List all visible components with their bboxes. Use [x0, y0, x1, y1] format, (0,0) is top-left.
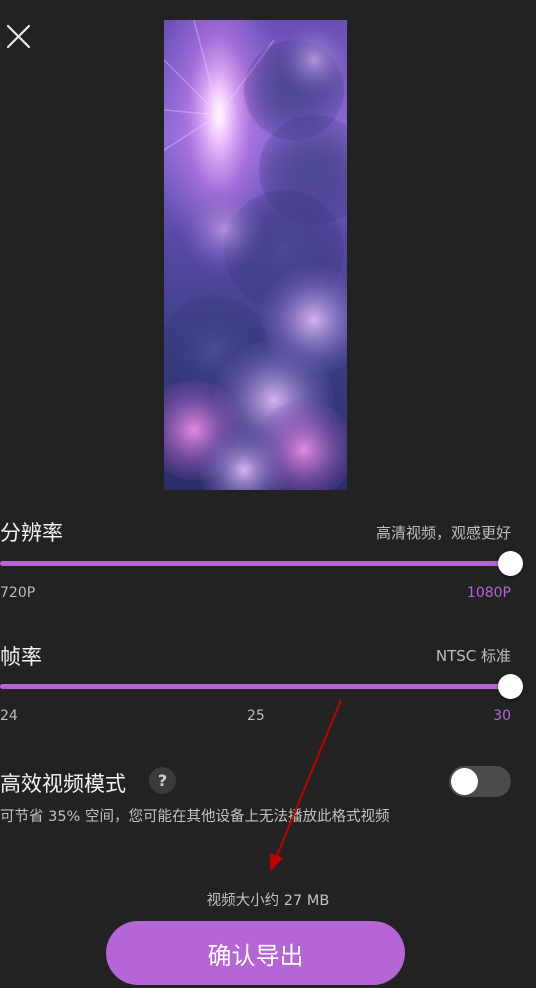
framerate-slider-thumb[interactable]	[498, 674, 523, 699]
hevc-toggle[interactable]	[449, 766, 511, 797]
close-icon	[6, 24, 31, 49]
hevc-toggle-knob	[451, 768, 478, 795]
hevc-description: 可节省 35% 空间，您可能在其他设备上无法播放此格式视频	[0, 809, 390, 825]
framerate-tick-30[interactable]: 30	[493, 708, 511, 724]
resolution-hint: 高清视频，观感更好	[375, 524, 511, 542]
resolution-slider[interactable]	[0, 549, 523, 577]
hevc-title: 高效视频模式	[0, 772, 126, 796]
framerate-tick-25[interactable]: 25	[247, 708, 265, 724]
close-button[interactable]	[4, 22, 32, 50]
question-icon[interactable]: ?	[149, 767, 176, 794]
video-preview-image	[164, 20, 347, 490]
video-size-text: 视频大小约 27 MB	[206, 893, 330, 909]
resolution-slider-track	[0, 561, 512, 566]
resolution-tick-1080p[interactable]: 1080P	[467, 585, 511, 601]
framerate-title: 帧率	[0, 645, 42, 669]
resolution-tick-720p[interactable]: 720P	[0, 585, 35, 601]
confirm-export-button[interactable]: 确认导出	[106, 921, 405, 985]
resolution-slider-thumb[interactable]	[498, 551, 523, 576]
resolution-title: 分辨率	[0, 521, 63, 545]
framerate-hint: NTSC 标准	[435, 647, 511, 665]
framerate-tick-24[interactable]: 24	[0, 708, 18, 724]
framerate-slider-track	[0, 684, 512, 689]
framerate-slider[interactable]	[0, 672, 523, 700]
